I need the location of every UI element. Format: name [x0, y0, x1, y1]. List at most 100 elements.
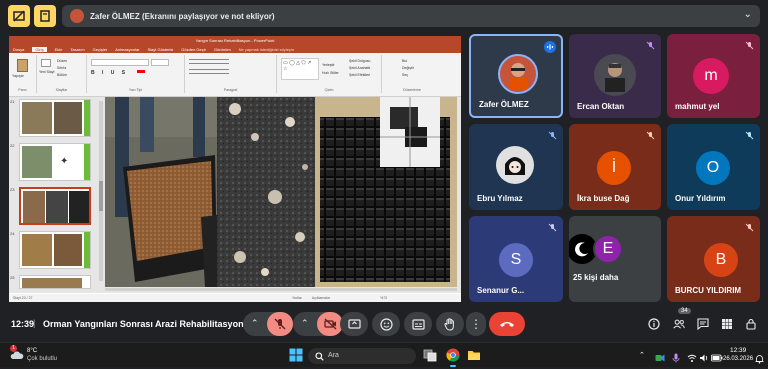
screen-share-icon[interactable]	[8, 5, 30, 27]
ribbon-shape-effects-label: Şekil Efektleri	[349, 73, 371, 77]
mic-toggle-button[interactable]	[267, 312, 293, 336]
presenter-banner: Zafer ÖLMEZ (Ekranını paylaşıyor ve not …	[62, 5, 760, 27]
search-icon	[315, 351, 324, 361]
activities-icon[interactable]	[721, 318, 733, 330]
participant-avatar-e: E	[593, 234, 623, 264]
captions-button[interactable]	[404, 312, 432, 336]
more-participants-tile[interactable]: E 25 kişi daha	[569, 216, 661, 302]
muted-mic-icon	[743, 221, 755, 233]
shapes-gallery: ▭ ◯ △ ⬠ ↗ ☆	[281, 58, 319, 80]
ppt-window-title: Yangın Sonrası Rehabilitasyon - PowerPoi…	[195, 38, 275, 43]
comments-button: Açıklamalar	[311, 296, 331, 300]
participant-tile-burcu-yildirim[interactable]: B BURCU YILDIRIM	[667, 216, 760, 302]
ppt-menu-bar: Dosya Giriş Ekle Tasarım Geçişler Animas…	[9, 45, 461, 53]
chrome-icon[interactable]	[446, 348, 460, 362]
windows-start-icon[interactable]	[289, 348, 303, 362]
slide-photos	[105, 97, 457, 287]
ppt-menu-giris: Giriş	[32, 46, 47, 52]
more-participants-label: 25 kişi daha	[573, 273, 619, 282]
ppt-menu-tasarim: Tasarım	[70, 46, 85, 52]
task-view-icon[interactable]	[423, 348, 437, 362]
tray-overflow-chevron-icon[interactable]: ⌃	[639, 351, 645, 359]
participant-tile-mahmut-yel[interactable]: m mahmut yel	[667, 34, 760, 118]
weather-badge: 1	[10, 345, 17, 352]
file-explorer-icon[interactable]	[467, 348, 481, 362]
host-controls-lock-icon[interactable]	[745, 318, 757, 330]
ribbon-shape-fill-label: Şekil Dolgusu	[349, 59, 371, 63]
ribbon-label-pano: Pano	[18, 88, 27, 92]
hang-up-icon	[500, 322, 514, 327]
more-options-button[interactable]: ⋮	[466, 312, 486, 336]
participant-avatar: İ	[597, 151, 631, 185]
muted-mic-icon	[743, 129, 755, 141]
people-icon[interactable]	[673, 318, 685, 330]
mic-options-chevron-icon[interactable]: ⌃	[251, 318, 259, 329]
annotate-icon[interactable]	[34, 5, 56, 27]
participant-avatar	[594, 54, 636, 96]
taskbar-search[interactable]: Ara	[308, 348, 416, 364]
taskbar-clock-time: 12:39	[730, 347, 747, 354]
wifi-icon[interactable]	[687, 350, 697, 362]
ribbon-group-pano: Yapıştır Pano	[9, 55, 37, 93]
participant-name: Ercan Oktan	[577, 102, 625, 111]
participant-tile-ikra-buse-dag[interactable]: İ İkra buse Dağ	[569, 124, 661, 210]
presenter-mini-avatar	[70, 9, 84, 23]
battery-icon[interactable]	[711, 350, 723, 362]
participant-tile-senanur[interactable]: S Senanur G...	[469, 216, 563, 302]
ppt-search-hint: Ne yapmak istediğinizi söyleyin	[238, 46, 295, 52]
ribbon-arrange-label: Yerleştir	[322, 63, 335, 67]
current-slide	[105, 97, 457, 287]
thumb-scrollbar[interactable]	[99, 101, 103, 281]
ppt-ribbon: Yapıştır Pano Yeni Slayt Düzen Sıfırla B…	[9, 53, 461, 97]
ribbon-quick-styles-label: Hızlı Stiller	[322, 71, 339, 75]
camera-control-group: ⌃	[293, 312, 343, 336]
participant-name: Onur Yıldırım	[675, 194, 726, 203]
ribbon-shape-outline-label: Şekil Anahattı	[349, 66, 371, 70]
shared-screen: Yangın Sonrası Rehabilitasyon - PowerPoi…	[9, 36, 461, 302]
weather-temp: 8°C	[27, 348, 38, 354]
raise-hand-button[interactable]	[436, 312, 464, 336]
taskbar-clock-date: 26.03.2026	[723, 356, 754, 362]
ppt-menu-gorunum: Görünüm	[213, 46, 231, 52]
ppt-body: 21 22 ✦ 23 24 25	[9, 97, 461, 293]
participants-count-badge: 34	[678, 308, 691, 314]
reactions-button[interactable]	[372, 312, 400, 336]
mic-off-icon	[274, 318, 286, 330]
ribbon-section-label: Bölüm	[57, 73, 67, 77]
ribbon-reset-label: Sıfırla	[57, 66, 67, 70]
participant-initial: O	[706, 159, 720, 176]
participant-tile-onur-yildirim[interactable]: O Onur Yıldırım	[667, 124, 760, 210]
meeting-info-icon[interactable]	[648, 318, 660, 330]
thumb-number: 22	[10, 143, 15, 148]
participant-tile-zafer-olmez[interactable]: Zafer ÖLMEZ	[469, 34, 563, 118]
microphone-tray-icon[interactable]	[671, 350, 681, 363]
new-slide-icon	[41, 59, 51, 67]
ppt-status-bar: Slayt 23 / 27 Notlar Açıklamalar %73	[9, 294, 461, 302]
slide-h-scrollbar[interactable]	[105, 288, 457, 291]
slide-thumbnail	[19, 99, 91, 137]
participant-tile-ebru-yilmaz[interactable]: Ebru Yılmaz	[469, 124, 563, 210]
more-vert-icon: ⋮	[470, 317, 482, 331]
muted-mic-icon	[546, 221, 558, 233]
weather-text: Çok bulutlu	[27, 356, 58, 362]
participant-tile-ercan-oktan[interactable]: Ercan Oktan	[569, 34, 661, 118]
participant-avatar	[496, 146, 534, 184]
notification-bell-icon[interactable]	[755, 351, 765, 364]
volume-icon[interactable]	[699, 350, 709, 362]
ribbon-label-yazi-tipi: Yazı Tipi	[128, 88, 143, 92]
slide-thumbnail	[19, 231, 91, 269]
expand-chevron-icon[interactable]: ⌄	[744, 9, 752, 20]
meet-tray-icon[interactable]	[655, 350, 665, 362]
leave-call-button[interactable]	[489, 312, 525, 336]
ribbon-replace-label: Değiştir	[402, 66, 414, 70]
chat-icon[interactable]	[697, 318, 709, 330]
participant-avatar: S	[499, 243, 533, 277]
search-placeholder: Ara	[328, 352, 339, 359]
camera-options-chevron-icon[interactable]: ⌃	[301, 318, 309, 329]
slide-thumbnails: 21 22 ✦ 23 24 25	[9, 97, 99, 293]
camera-off-icon	[323, 318, 336, 330]
present-screen-button[interactable]	[340, 312, 368, 336]
ppt-menu-gozden-gecir: Gözden Geçir	[181, 46, 206, 52]
participant-name: İkra buse Dağ	[577, 194, 630, 203]
thumb-number: 23	[10, 187, 15, 192]
